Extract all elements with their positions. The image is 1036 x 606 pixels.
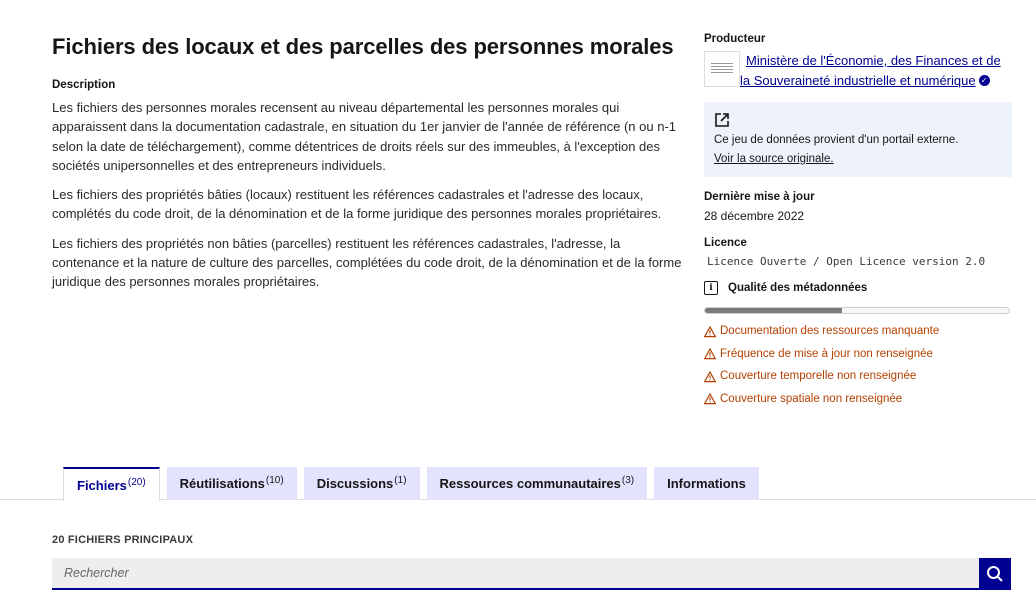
warning-icon [704, 348, 716, 360]
producer-label: Producteur [704, 33, 766, 45]
search-icon [987, 566, 1003, 582]
tab-informations[interactable]: Informations [654, 467, 759, 500]
info-icon: i [704, 281, 718, 295]
dataset-tabs: Fichiers (20) Réutilisations (10) Discussi… [63, 467, 766, 501]
description-paragraph-1: Les fichiers des personnes morales recen… [52, 100, 676, 173]
tab-label: Discussions [316, 476, 394, 491]
external-portal-text: Ce jeu de données provient d'un portail … [714, 134, 959, 146]
producer-link[interactable]: Ministère de l'Économie, des Finances et… [740, 53, 1001, 88]
description-paragraph-3: Les fichiers des propriétés non bâties (… [52, 235, 682, 290]
warning-item: Fréquence de mise à jour non renseignée [704, 347, 1012, 362]
tab-ressources-communautaires[interactable]: Ressources communautaires (3) [426, 467, 648, 500]
tab-discussions[interactable]: Discussions (1) [303, 467, 420, 500]
producer: Ministère de l'Économie, des Finances et… [704, 51, 1012, 90]
metadata-quality-header[interactable]: i Qualité des métadonnées [704, 281, 1012, 295]
tab-count: (3) [621, 475, 635, 486]
sidebar: Producteur Ministère de l'Économie, des … [704, 33, 1012, 414]
warning-text: Couverture spatiale non renseignée [720, 392, 903, 405]
original-source-link[interactable]: Voir la source originale. [714, 153, 834, 165]
external-link-icon [715, 113, 729, 127]
description-paragraph-2: Les fichiers des propriétés bâties (loca… [52, 187, 662, 222]
tab-label: Ressources communautaires [439, 476, 621, 491]
tab-label: Fichiers [77, 477, 127, 493]
warning-item: Documentation des ressources manquante [704, 324, 1012, 339]
metadata-quality-progress-fill [705, 308, 842, 313]
metadata-quality-progress [704, 307, 1010, 314]
warning-text: Couverture temporelle non renseignée [720, 370, 917, 382]
verified-icon: ✓ [978, 74, 990, 86]
tab-label: Informations [667, 476, 746, 491]
search-input[interactable] [52, 558, 979, 590]
producer-logo-image [711, 63, 733, 75]
warning-icon [704, 370, 716, 382]
search-button[interactable] [979, 558, 1011, 590]
warning-item: Couverture temporelle non renseignée [704, 369, 1012, 384]
tab-count: (10) [265, 475, 284, 486]
last-update-value: 28 décembre 2022 [704, 209, 805, 223]
last-update-label: Dernière mise à jour [704, 191, 815, 203]
licence-value: Licence Ouverte / Open Licence version 2… [707, 255, 986, 268]
warning-icon [704, 325, 716, 337]
warning-icon [704, 393, 716, 405]
warning-item: Couverture spatiale non renseignée [704, 392, 1012, 407]
quality-warnings: Documentation des ressources manquante F… [704, 324, 1012, 407]
warning-text: Fréquence de mise à jour non renseignée [720, 347, 933, 360]
tab-label: Réutilisations [179, 476, 265, 491]
description-label: Description [52, 79, 116, 91]
tab-fichiers[interactable]: Fichiers (20) [63, 467, 160, 501]
files-heading: 20 FICHIERS PRINCIPAUX [52, 534, 194, 546]
producer-logo[interactable] [704, 51, 740, 87]
tab-reutilisations[interactable]: Réutilisations (10) [166, 467, 297, 500]
metadata-quality-label: Qualité des métadonnées [728, 282, 868, 294]
main-content: Fichiers des locaux et des parcelles des… [52, 34, 684, 292]
producer-name: Ministère de l'Économie, des Finances et… [740, 53, 1001, 88]
files-search [52, 558, 1011, 590]
warning-text: Documentation des ressources manquante [720, 325, 940, 337]
page-title: Fichiers des locaux et des parcelles des… [52, 34, 674, 59]
licence-label: Licence [704, 237, 747, 249]
tab-count: (20) [127, 476, 146, 488]
external-portal-notice: Ce jeu de données provient d'un portail … [704, 102, 1012, 177]
tab-count: (1) [394, 475, 407, 486]
